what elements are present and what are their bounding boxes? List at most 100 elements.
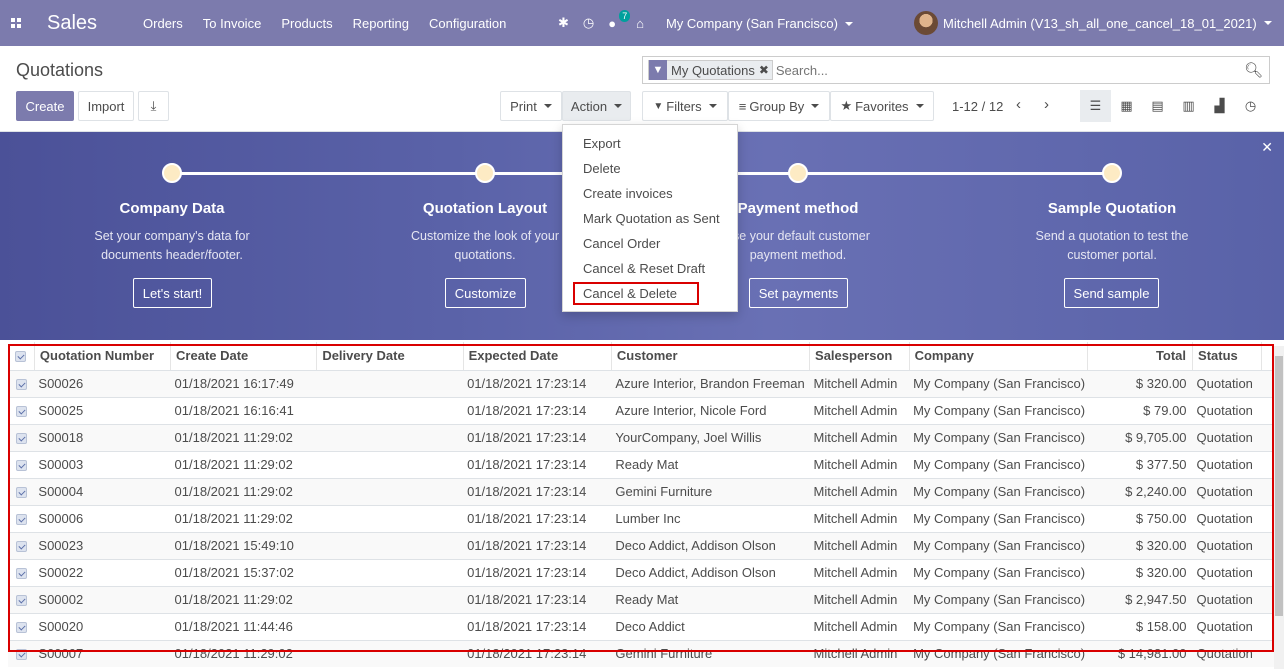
create-button[interactable]: Create — [16, 91, 74, 121]
step-desc: documents header/footer. — [101, 248, 243, 262]
col-total[interactable]: Total — [1087, 342, 1193, 371]
col-status[interactable]: Status — [1192, 342, 1262, 371]
import-button[interactable]: Import — [78, 91, 134, 121]
scrollbar-thumb[interactable] — [1275, 356, 1283, 616]
cell-expected-date: 01/18/2021 17:23:14 — [463, 423, 612, 451]
kanban-view-icon[interactable]: ▦ — [1111, 90, 1142, 122]
download-icon: ⤓ — [150, 98, 157, 113]
col-create-date[interactable]: Create Date — [170, 342, 317, 371]
company-switcher[interactable]: My Company (San Francisco) — [666, 16, 853, 31]
row-checkbox[interactable] — [8, 639, 35, 667]
groupby-label: Group By — [749, 98, 805, 114]
menu-item-create-invoices[interactable]: Create invoices — [563, 181, 737, 206]
cell-total: $ 9,705.00 — [1087, 423, 1193, 451]
cell-quotation-number: S00004 — [34, 477, 171, 505]
pivot-view-icon[interactable]: ▥ — [1173, 90, 1204, 122]
menu-item-cancel-reset-draft[interactable]: Cancel & Reset Draft — [563, 256, 737, 281]
col-quotation-number[interactable]: Quotation Number — [33, 342, 171, 371]
filters-button[interactable]: ▼ Filters — [642, 91, 728, 121]
col-expected-date[interactable]: Expected Date — [462, 342, 612, 371]
row-checkbox[interactable] — [8, 477, 35, 505]
table-row[interactable]: S00020 01/18/2021 11:44:46 01/18/2021 17:2… — [8, 612, 1282, 640]
action-button[interactable]: Action — [562, 91, 631, 121]
row-checkbox[interactable] — [8, 612, 35, 640]
clock-icon[interactable]: ◷ — [583, 15, 594, 31]
send-sample-button[interactable]: Send sample — [1064, 278, 1159, 308]
star-icon: ★ — [840, 98, 853, 113]
menu-reporting[interactable]: Reporting — [353, 16, 409, 31]
favorites-button[interactable]: ★ Favorites — [830, 91, 934, 121]
row-checkbox[interactable] — [8, 423, 35, 451]
cell-status: Quotation — [1192, 558, 1262, 586]
cell-salesperson: Mitchell Admin — [809, 558, 910, 586]
cell-company: My Company (San Francisco) — [909, 585, 1088, 613]
row-checkbox[interactable] — [8, 369, 35, 397]
row-checkbox[interactable] — [8, 585, 35, 613]
cell-quotation-number: S00002 — [34, 585, 171, 613]
groupby-button[interactable]: ≡ Group By — [728, 91, 830, 121]
pager-next-icon[interactable]: › — [1044, 96, 1049, 113]
user-menu[interactable]: Mitchell Admin (V13_sh_all_one_cancel_18… — [914, 0, 1272, 46]
cell-company: My Company (San Francisco) — [909, 369, 1088, 397]
table-row[interactable]: S00004 01/18/2021 11:29:02 01/18/2021 17:2… — [8, 477, 1282, 505]
user-name: Mitchell Admin (V13_sh_all_one_cancel_18… — [943, 15, 1257, 31]
pager-value[interactable]: 1-12 / 12 — [952, 99, 1003, 114]
print-button[interactable]: Print — [500, 91, 562, 121]
lets-start-button[interactable]: Let's start! — [133, 278, 212, 308]
step-sample-quotation: Sample Quotation Send a quotation to tes… — [992, 200, 1232, 265]
col-customer[interactable]: Customer — [610, 342, 810, 371]
gift-icon[interactable]: ⌂ — [636, 16, 644, 31]
download-button[interactable]: ⤓ — [138, 91, 169, 121]
search-icon[interactable]: 🔍︎ — [1244, 61, 1263, 79]
table-row[interactable]: S00018 01/18/2021 11:29:02 01/18/2021 17:2… — [8, 423, 1282, 451]
print-label: Print — [510, 98, 537, 114]
cell-total: $ 377.50 — [1087, 450, 1193, 478]
chat-icon[interactable]: ● 7 — [608, 9, 631, 31]
col-delivery-date[interactable]: Delivery Date — [316, 342, 464, 371]
cell-company: My Company (San Francisco) — [909, 423, 1088, 451]
cell-salesperson: Mitchell Admin — [809, 477, 910, 505]
table-row[interactable]: S00026 01/18/2021 16:17:49 01/18/2021 17:2… — [8, 369, 1282, 397]
set-payments-button[interactable]: Set payments — [749, 278, 848, 308]
menu-item-export[interactable]: Export — [563, 131, 737, 156]
row-checkbox[interactable] — [8, 396, 35, 424]
select-all-checkbox[interactable] — [8, 342, 35, 371]
cell-company: My Company (San Francisco) — [909, 531, 1088, 559]
activity-view-icon[interactable]: ◷ — [1235, 90, 1266, 122]
cell-quotation-number: S00003 — [34, 450, 171, 478]
table-row[interactable]: S00006 01/18/2021 11:29:02 01/18/2021 17:2… — [8, 504, 1282, 532]
apps-menu-icon[interactable] — [0, 0, 32, 46]
bug-icon[interactable]: ✱ — [558, 15, 569, 31]
table-row[interactable]: S00023 01/18/2021 15:49:10 01/18/2021 17:2… — [8, 531, 1282, 559]
table-row[interactable]: S00022 01/18/2021 15:37:02 01/18/2021 17:2… — [8, 558, 1282, 586]
pager-previous-icon[interactable]: ‹ — [1016, 96, 1021, 113]
table-row[interactable]: S00025 01/18/2021 16:16:41 01/18/2021 17:2… — [8, 396, 1282, 424]
calendar-view-icon[interactable]: ▤ — [1142, 90, 1173, 122]
graph-view-icon[interactable]: ▟ — [1204, 90, 1235, 122]
menu-item-mark-sent[interactable]: Mark Quotation as Sent — [563, 206, 737, 231]
row-checkbox[interactable] — [8, 558, 35, 586]
row-checkbox[interactable] — [8, 504, 35, 532]
close-icon[interactable]: ✕ — [1261, 139, 1273, 156]
menu-item-delete[interactable]: Delete — [563, 156, 737, 181]
customize-button[interactable]: Customize — [445, 278, 526, 308]
menu-item-cancel-order[interactable]: Cancel Order — [563, 231, 737, 256]
table-row[interactable]: S00007 01/18/2021 11:29:02 01/18/2021 17:2… — [8, 639, 1282, 667]
menu-configuration[interactable]: Configuration — [429, 16, 506, 31]
page-title: Quotations — [16, 60, 104, 80]
table-row[interactable]: S00003 01/18/2021 11:29:02 01/18/2021 17:2… — [8, 450, 1282, 478]
filters-label: Filters — [666, 98, 702, 114]
menu-to-invoice[interactable]: To Invoice — [203, 16, 262, 31]
col-salesperson[interactable]: Salesperson — [809, 342, 910, 371]
search-input[interactable] — [775, 62, 1226, 78]
row-checkbox[interactable] — [8, 531, 35, 559]
table-row[interactable]: S00002 01/18/2021 11:29:02 01/18/2021 17:2… — [8, 585, 1282, 613]
cell-salesperson: Mitchell Admin — [809, 612, 910, 640]
menu-orders[interactable]: Orders — [143, 16, 183, 31]
list-view-icon[interactable]: ☰ — [1080, 90, 1111, 122]
col-company[interactable]: Company — [908, 342, 1088, 371]
row-checkbox[interactable] — [8, 450, 35, 478]
app-name[interactable]: Sales — [47, 12, 97, 35]
facet-remove-icon[interactable]: ✖ — [759, 63, 772, 77]
menu-products[interactable]: Products — [281, 16, 332, 31]
